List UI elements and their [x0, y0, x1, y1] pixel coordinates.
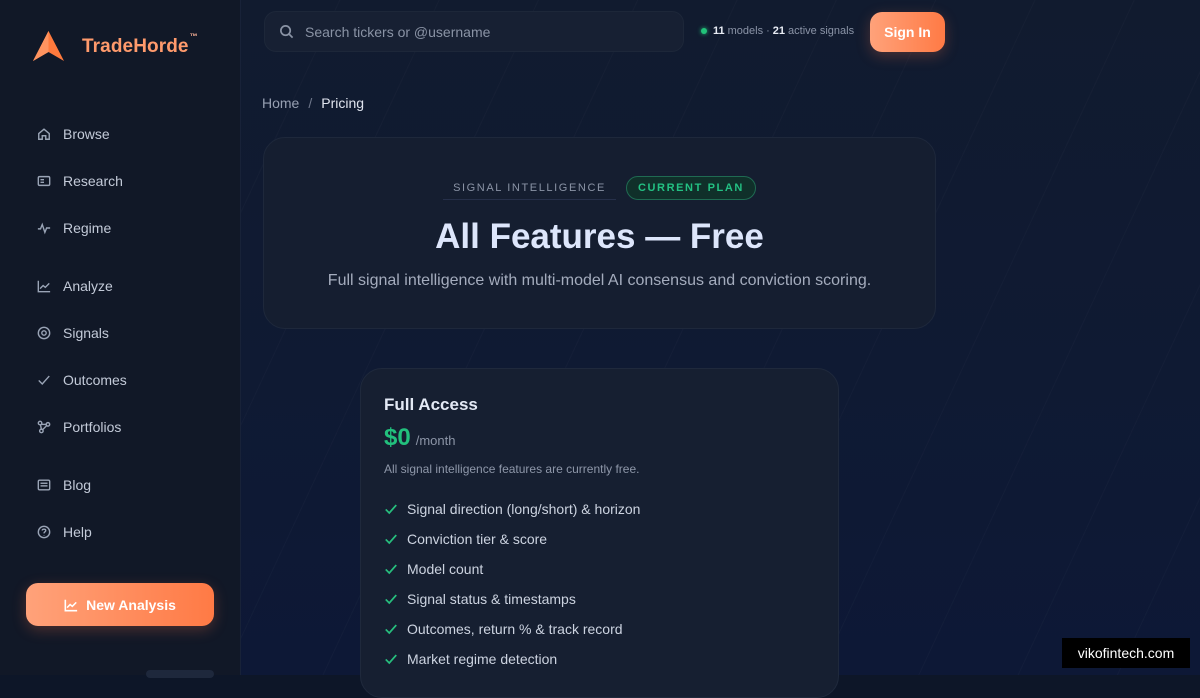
price-value: $0: [384, 424, 411, 451]
sign-in-button[interactable]: Sign In: [870, 12, 945, 52]
check-icon: [385, 594, 397, 605]
breadcrumb-current: Pricing: [321, 95, 365, 111]
chart-icon: [64, 599, 78, 611]
sidebar-item-analyze[interactable]: Analyze: [37, 274, 113, 298]
sidebar-item-research[interactable]: Research: [37, 169, 123, 193]
plan-card: Full Access $0 /month All signal intelli…: [360, 368, 839, 698]
sidebar-item-help[interactable]: Help: [37, 520, 92, 544]
search-input[interactable]: [303, 22, 667, 41]
live-dot-icon: [701, 28, 707, 34]
current-plan-badge: CURRENT PLAN: [625, 176, 756, 200]
sidebar-item-label: Regime: [63, 220, 112, 236]
research-icon: [37, 175, 51, 187]
feature-item: Signal status & timestamps: [384, 584, 640, 614]
sidebar-item-portfolios[interactable]: Portfolios: [37, 415, 121, 439]
sidebar-footer-control[interactable]: [146, 670, 214, 678]
feature-label: Signal direction (long/short) & horizon: [407, 501, 641, 517]
models-label: models: [727, 25, 764, 37]
signals-label: active signals: [788, 25, 855, 37]
target-icon: [37, 326, 51, 340]
feature-list: Signal direction (long/short) & horizon …: [384, 494, 640, 674]
sidebar-item-label: Analyze: [63, 278, 113, 294]
help-icon: [37, 525, 51, 539]
chart-icon: [37, 280, 51, 293]
breadcrumb: Home / Pricing: [262, 95, 364, 111]
feature-label: Model count: [407, 561, 484, 577]
sign-in-label: Sign In: [884, 24, 931, 40]
pulse-icon: [37, 222, 51, 235]
signal-intelligence-badge: SIGNAL INTELLIGENCE: [443, 177, 616, 200]
tradehorde-logo-icon: [33, 31, 64, 61]
check-icon: [385, 624, 397, 635]
home-icon: [38, 128, 50, 140]
sidebar-item-blog[interactable]: Blog: [37, 473, 91, 497]
sidebar-item-label: Signals: [63, 325, 109, 341]
check-icon: [38, 375, 50, 385]
hero-badges: SIGNAL INTELLIGENCE CURRENT PLAN: [264, 176, 935, 200]
sidebar-item-label: Blog: [63, 477, 92, 493]
signals-count: 21: [772, 25, 786, 37]
breadcrumb-separator: /: [308, 95, 313, 111]
sidebar-item-label: Help: [63, 524, 92, 540]
feature-item: Outcomes, return % & track record: [384, 614, 640, 644]
page-title: All Features — Free: [435, 217, 764, 256]
sidebar: TradeHorde™ Browse Research Regime Analy…: [0, 0, 241, 678]
feature-label: Signal status & timestamps: [407, 591, 576, 607]
check-icon: [385, 504, 397, 515]
sidebar-item-signals[interactable]: Signals: [37, 321, 109, 345]
status-separator: ·: [766, 25, 770, 37]
new-analysis-label: New Analysis: [86, 596, 176, 613]
sidebar-item-label: Browse: [63, 126, 110, 142]
feature-item: Market regime detection: [384, 644, 640, 674]
feature-label: Outcomes, return % & track record: [407, 621, 623, 637]
pricing-hero: SIGNAL INTELLIGENCE CURRENT PLAN All Fea…: [263, 137, 936, 329]
sidebar-item-label: Outcomes: [63, 372, 127, 388]
models-count: 11: [713, 25, 725, 37]
sidebar-item-browse[interactable]: Browse: [37, 122, 110, 146]
brand-logo[interactable]: TradeHorde™: [32, 30, 198, 63]
sidebar-item-outcomes[interactable]: Outcomes: [37, 368, 127, 392]
check-icon: [385, 564, 397, 575]
plan-price: $0 /month: [384, 424, 455, 452]
feature-label: Market regime detection: [407, 651, 558, 667]
watermark: vikofintech.com: [1062, 638, 1190, 668]
plan-name: Full Access: [384, 395, 478, 414]
plan-note: All signal intelligence features are cur…: [384, 462, 640, 476]
feature-label: Conviction tier & score: [407, 531, 548, 547]
live-status: 11 models · 21 active signals: [701, 25, 854, 37]
sidebar-item-label: Portfolios: [63, 419, 122, 435]
check-icon: [385, 534, 397, 545]
new-analysis-button[interactable]: New Analysis: [26, 583, 214, 626]
feature-item: Signal direction (long/short) & horizon: [384, 494, 640, 524]
network-icon: [37, 420, 51, 434]
search-icon: [280, 25, 294, 39]
search-bar[interactable]: [264, 11, 684, 52]
page-subtitle: Full signal intelligence with multi-mode…: [327, 272, 872, 289]
feature-item: Model count: [384, 554, 640, 584]
brand-name: TradeHorde™: [82, 31, 198, 57]
sidebar-item-label: Research: [63, 173, 123, 189]
sidebar-item-regime[interactable]: Regime: [37, 216, 111, 240]
check-icon: [385, 654, 397, 665]
price-period: /month: [415, 433, 456, 448]
feature-item: Conviction tier & score: [384, 524, 640, 554]
breadcrumb-home[interactable]: Home: [262, 95, 299, 111]
document-icon: [37, 479, 51, 491]
